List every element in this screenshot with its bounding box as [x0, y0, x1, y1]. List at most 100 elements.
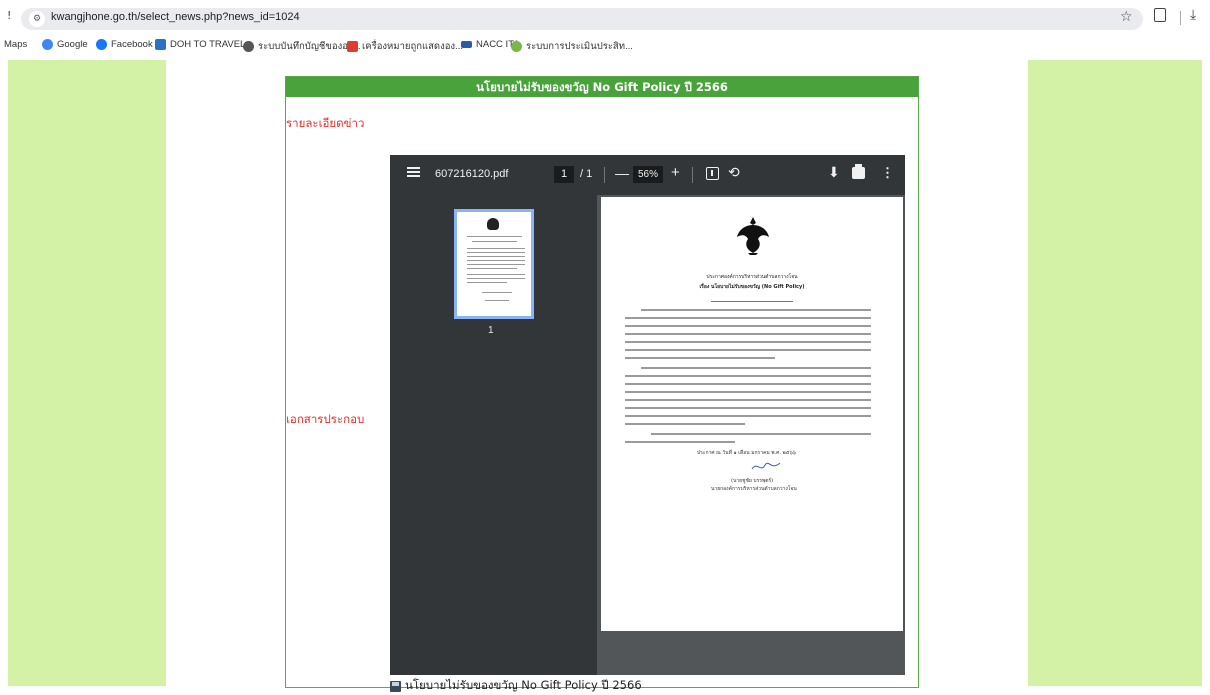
- bookmark-label: เครื่องหมายถูกแสดงอง...: [362, 41, 463, 52]
- right-sidebar-background: [1028, 60, 1202, 686]
- url-text[interactable]: kwangjhone.go.th/select_news.php?news_id…: [51, 11, 300, 23]
- document-heading: ประกาศองค์การบริหารส่วนตำบลกวางโจน: [706, 274, 798, 280]
- bookmark-label: Google: [57, 39, 88, 50]
- facebook-icon: [96, 39, 107, 50]
- menu-icon[interactable]: [407, 167, 420, 177]
- thumbnail-line: [467, 274, 525, 275]
- address-bar[interactable]: ⚙ kwangjhone.go.th/select_news.php?news_…: [21, 8, 1143, 30]
- document-text-line: [625, 423, 745, 425]
- toolbar-divider: [692, 167, 693, 183]
- document-text-line: [625, 357, 775, 359]
- document-signer: (นายชูชัย บรรพุตร์): [731, 478, 774, 484]
- bookmark-label: ระบบการประเมินประสิท...: [526, 41, 633, 52]
- evaluation-icon: [511, 41, 522, 52]
- attachment-caption: นโยบายไม่รับของขวัญ No Gift Policy ปี 25…: [405, 678, 642, 692]
- attachment-link[interactable]: นโยบายไม่รับของขวัญ No Gift Policy ปี 25…: [390, 677, 642, 695]
- print-icon[interactable]: [852, 164, 865, 179]
- detail-label: รายละเอียดข่าว: [286, 116, 365, 130]
- bookmark-evaluation-system[interactable]: ระบบการประเมินประสิท...: [511, 39, 633, 54]
- thumbnail-sidebar: 1: [390, 195, 597, 675]
- document-text-line: [641, 367, 871, 369]
- document-text-line: [625, 375, 871, 377]
- floppy-disk-icon: [390, 680, 401, 692]
- thumbnail-line: [467, 252, 525, 253]
- bookmark-label: Facebook: [111, 39, 153, 50]
- google-icon: [42, 39, 53, 50]
- fit-page-icon[interactable]: [706, 167, 719, 180]
- document-text-line: [625, 391, 871, 393]
- thumbnail-line: [472, 241, 517, 242]
- document-text-line: [625, 399, 871, 401]
- globe-icon: [243, 41, 254, 52]
- download-icon[interactable]: ⬇: [828, 164, 840, 181]
- zoom-out-button[interactable]: —: [615, 165, 629, 181]
- document-signer-title: นายกองค์การบริหารส่วนตำบลกวางโจน: [711, 486, 797, 492]
- document-text-line: [651, 433, 871, 435]
- more-options-icon[interactable]: ⋮: [881, 165, 894, 181]
- document-text-line: [625, 317, 871, 319]
- zoom-in-button[interactable]: +: [671, 164, 680, 181]
- document-text-line: [641, 309, 871, 311]
- bookmark-google[interactable]: Google: [42, 39, 88, 50]
- document-text-line: [625, 349, 871, 351]
- thumbnail-line: [467, 268, 517, 269]
- news-title: นโยบายไม่รับของขวัญ No Gift Policy ปี 25…: [286, 77, 918, 97]
- thumbnail-line: [467, 264, 525, 265]
- bookmark-accounting-system[interactable]: ระบบบันทึกบัญชีขององ...: [243, 39, 360, 54]
- thumbnail-line: [467, 236, 522, 237]
- downloads-icon[interactable]: ⤓: [1190, 7, 1196, 23]
- thumbnail-line: [467, 256, 525, 257]
- bookmark-label: DOH TO TRAVEL: [170, 39, 246, 50]
- rotate-icon[interactable]: ⟲: [728, 164, 740, 181]
- nacc-icon: [461, 41, 472, 48]
- page-thumbnail[interactable]: [454, 209, 534, 319]
- pdf-viewer[interactable]: 607216120.pdf 1 / 1 — 56% + ⟲ ⬇ ⋮ 1 ประก…: [390, 155, 905, 675]
- thumbnail-line: [467, 282, 507, 283]
- pdf-filename: 607216120.pdf: [435, 168, 509, 180]
- red-flag-icon: [347, 41, 358, 52]
- document-text-line: [625, 407, 871, 409]
- zoom-level-input[interactable]: 56%: [633, 166, 663, 183]
- document-text-line: [625, 341, 871, 343]
- document-subject: เรื่อง นโยบายไม่รับของขวัญ (No Gift Poli…: [699, 284, 805, 290]
- page-number-input[interactable]: 1: [554, 166, 574, 183]
- signature-icon: [751, 462, 781, 470]
- extensions-icon[interactable]: [1154, 8, 1166, 22]
- left-sidebar-background: [8, 60, 166, 686]
- toolbar-divider: [1180, 11, 1181, 25]
- tab-edge-indicator: !: [7, 9, 12, 22]
- bookmarks-bar: Maps Google Facebook DOH TO TRAVEL ระบบบ…: [0, 36, 1210, 56]
- pdf-page: ประกาศองค์การบริหารส่วนตำบลกวางโจน เรื่อ…: [601, 197, 903, 631]
- thumbnail-line: [485, 300, 509, 301]
- thumbnail-page-number: 1: [488, 325, 494, 336]
- document-text-line: [625, 333, 871, 335]
- site-info-icon[interactable]: ⚙: [29, 11, 45, 27]
- thumbnail-line: [482, 292, 512, 293]
- bookmark-label: ระบบบันทึกบัญชีขององ...: [258, 41, 361, 52]
- bookmark-facebook[interactable]: Facebook: [96, 39, 153, 50]
- document-text-line: [625, 383, 871, 385]
- document-date: ประกาศ ณ วันที่ ๑ เดือน มกราคม พ.ศ. ๒๕๖๖: [697, 450, 796, 456]
- page-body: นโยบายไม่รับของขวัญ No Gift Policy ปี 25…: [0, 56, 1210, 692]
- garuda-seal-icon: [737, 217, 769, 255]
- bookmark-doh-to-travel[interactable]: DOH TO TRAVEL: [155, 39, 245, 50]
- document-text-line: [625, 325, 871, 327]
- bookmark-checkmark[interactable]: เครื่องหมายถูกแสดงอง...: [347, 39, 463, 54]
- thumbnail-line: [467, 248, 525, 249]
- browser-toolbar: ! ⚙ kwangjhone.go.th/select_news.php?new…: [0, 0, 1210, 36]
- doh-icon: [155, 39, 166, 50]
- page-count: / 1: [580, 168, 593, 180]
- thumbnail-line: [467, 278, 525, 279]
- document-text-line: [625, 415, 871, 417]
- bookmark-maps[interactable]: Maps: [4, 39, 27, 50]
- news-content-panel: นโยบายไม่รับของขวัญ No Gift Policy ปี 25…: [285, 76, 919, 692]
- toolbar-divider: [604, 167, 605, 183]
- pdf-toolbar: 607216120.pdf 1 / 1 — 56% + ⟲ ⬇ ⋮: [390, 155, 905, 195]
- document-rule: [711, 301, 793, 302]
- bookmark-label: Maps: [4, 39, 28, 50]
- documents-label: เอกสารประกอบ: [286, 412, 365, 426]
- document-text-line: [625, 441, 735, 443]
- thumbnail-line: [467, 260, 525, 261]
- thumbnail-seal-icon: [487, 218, 499, 230]
- bookmark-star-icon[interactable]: ☆: [1120, 9, 1133, 25]
